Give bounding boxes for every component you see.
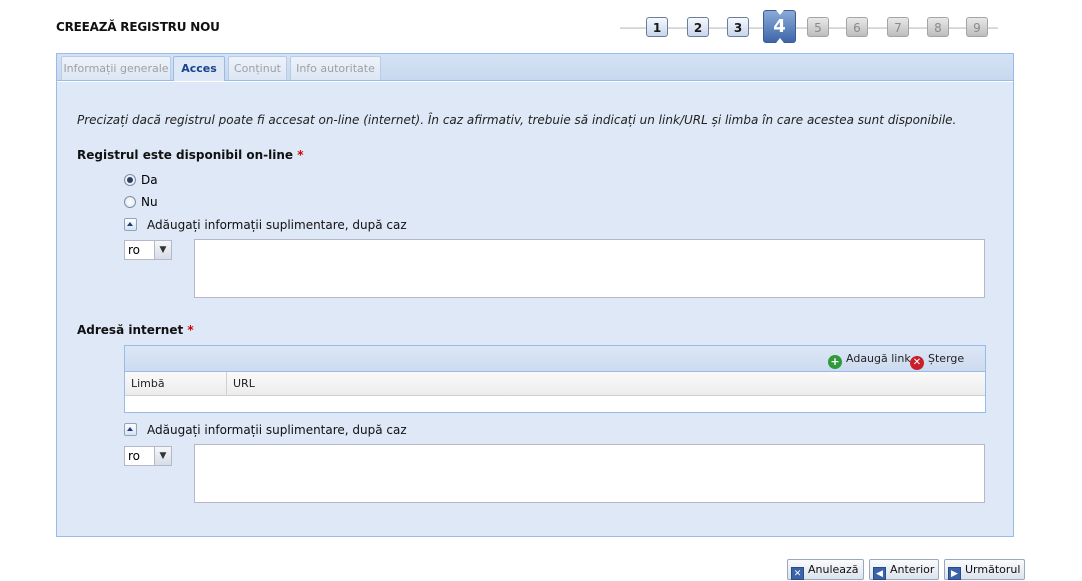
access-panel: Informații generale Acces Conținut Info … bbox=[56, 53, 1014, 537]
address-label: Adresă internet * bbox=[77, 323, 194, 337]
step-5: 5 bbox=[807, 17, 829, 37]
step-4-current[interactable]: 4 bbox=[763, 10, 796, 43]
tab-access[interactable]: Acces bbox=[173, 56, 225, 81]
radio-da-control[interactable] bbox=[124, 174, 136, 186]
add-link-label: Adaugă link bbox=[846, 352, 911, 365]
online-more-info-toggle[interactable]: Adăugați informații suplimentare, după c… bbox=[124, 217, 407, 233]
step-8: 8 bbox=[927, 17, 949, 37]
step-6: 6 bbox=[846, 17, 868, 37]
tab-strip: Informații generale Acces Conținut Info … bbox=[57, 54, 1013, 81]
cancel-label: Anulează bbox=[808, 563, 859, 576]
tab-authority-info[interactable]: Info autoritate bbox=[290, 56, 381, 80]
page-title: CREEAZĂ REGISTRU NOU bbox=[56, 20, 220, 34]
address-label-text: Adresă internet bbox=[77, 323, 184, 337]
online-label: Registrul este disponibil on-line * bbox=[77, 148, 304, 162]
address-lang-value: ro bbox=[128, 449, 141, 463]
links-grid-header: Limbă URL bbox=[125, 372, 985, 396]
arrow-left-icon: ◀ bbox=[873, 567, 886, 580]
cancel-button[interactable]: ✕ Anulează bbox=[787, 559, 864, 580]
step-2[interactable]: 2 bbox=[687, 17, 709, 37]
online-more-info-label: Adăugați informații suplimentare, după c… bbox=[147, 218, 407, 232]
required-mark: * bbox=[297, 148, 304, 162]
tab-body: Precizați dacă registrul poate fi accesa… bbox=[57, 81, 1013, 538]
arrow-right-icon: ▶ bbox=[948, 567, 961, 580]
address-more-info-textarea[interactable] bbox=[194, 444, 985, 503]
previous-label: Anterior bbox=[890, 563, 935, 576]
tab-content[interactable]: Conținut bbox=[228, 56, 287, 80]
next-label: Următorul bbox=[965, 563, 1021, 576]
column-url[interactable]: URL bbox=[227, 372, 427, 395]
add-link-button[interactable]: + Adaugă link bbox=[828, 351, 911, 369]
step-marker-top bbox=[776, 10, 784, 15]
intro-text: Precizați dacă registrul poate fi accesa… bbox=[77, 113, 957, 127]
radio-da-label: Da bbox=[141, 173, 158, 187]
address-more-info-toggle[interactable]: Adăugați informații suplimentare, după c… bbox=[124, 422, 407, 438]
x-square-icon: ✕ bbox=[791, 567, 804, 580]
required-mark: * bbox=[187, 323, 194, 337]
tab-general-info[interactable]: Informații generale bbox=[61, 56, 171, 80]
column-language[interactable]: Limbă bbox=[125, 372, 227, 395]
step-3[interactable]: 3 bbox=[727, 17, 749, 37]
online-label-text: Registrul este disponibil on-line bbox=[77, 148, 294, 162]
links-grid: + Adaugă link ✕Șterge link Limbă URL bbox=[124, 345, 986, 413]
collapse-up-icon[interactable] bbox=[124, 423, 137, 436]
address-lang-select[interactable]: ro ▼ bbox=[124, 446, 172, 466]
links-grid-toolbar: + Adaugă link ✕Șterge link bbox=[125, 346, 985, 384]
previous-button[interactable]: ◀ Anterior bbox=[869, 559, 940, 580]
step-9: 9 bbox=[966, 17, 988, 37]
step-7: 7 bbox=[887, 17, 909, 37]
radio-nu[interactable]: Nu bbox=[124, 194, 158, 210]
chevron-down-icon[interactable]: ▼ bbox=[154, 241, 171, 259]
step-4-label: 4 bbox=[773, 16, 786, 37]
step-1[interactable]: 1 bbox=[646, 17, 668, 37]
online-lang-value: ro bbox=[128, 243, 141, 257]
address-more-info-label: Adăugați informații suplimentare, după c… bbox=[147, 423, 407, 437]
collapse-up-icon[interactable] bbox=[124, 218, 137, 231]
radio-nu-control[interactable] bbox=[124, 196, 136, 208]
step-marker-bottom bbox=[776, 38, 784, 43]
chevron-down-icon[interactable]: ▼ bbox=[154, 447, 171, 465]
x-circle-icon: ✕ bbox=[910, 356, 924, 370]
online-lang-select[interactable]: ro ▼ bbox=[124, 240, 172, 260]
next-button[interactable]: ▶ Următorul bbox=[944, 559, 1026, 580]
radio-nu-label: Nu bbox=[141, 195, 158, 209]
online-more-info-textarea[interactable] bbox=[194, 239, 985, 298]
plus-circle-icon: + bbox=[828, 355, 842, 369]
radio-da[interactable]: Da bbox=[124, 172, 158, 188]
delete-link-button[interactable]: ✕Șterge link bbox=[910, 351, 985, 384]
